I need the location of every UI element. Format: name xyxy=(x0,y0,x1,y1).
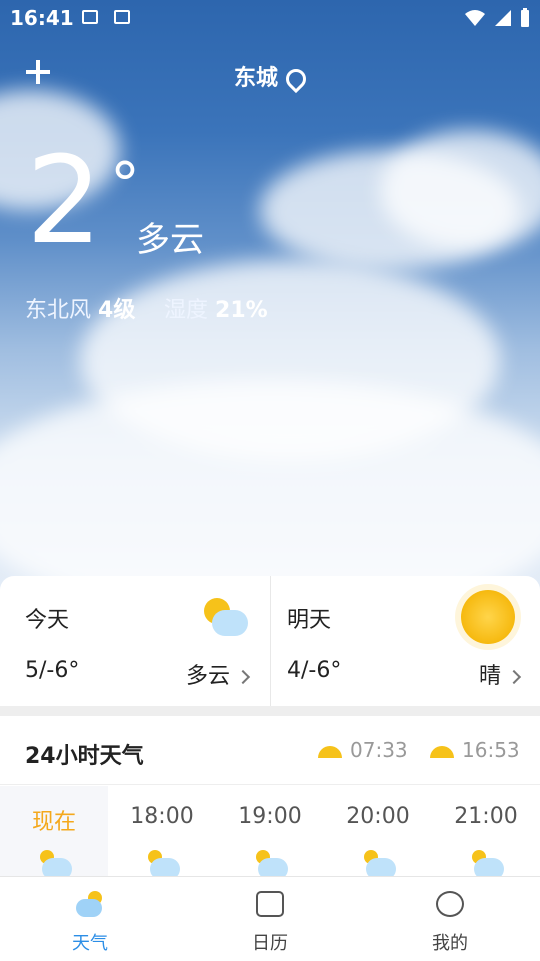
hour-item[interactable]: 21:00 xyxy=(432,786,540,880)
weather-icon xyxy=(76,891,104,917)
wind-value: 4级 xyxy=(98,298,136,323)
hours-row[interactable]: 现在 18:00 19:00 20:00 21:00 xyxy=(0,786,540,880)
section-divider xyxy=(0,706,540,716)
tab-profile[interactable]: 我的 xyxy=(360,877,540,961)
hour-label: 20:00 xyxy=(346,804,410,829)
hourly-forecast: 24小时天气 07:33 16:53 现在 18:00 19:00 20:00 … xyxy=(0,716,540,880)
city-name: 东城 xyxy=(233,66,278,91)
sunrise-time: 07:33 xyxy=(350,738,408,762)
sunset-time: 16:53 xyxy=(462,738,520,762)
profile-icon xyxy=(436,891,464,917)
calendar-icon xyxy=(256,891,284,917)
row-divider xyxy=(0,784,540,785)
status-bar: 16:41 xyxy=(0,0,540,36)
tab-label: 天气 xyxy=(72,933,108,954)
day-condition: 多云 xyxy=(185,658,251,690)
chevron-right-icon xyxy=(506,669,522,685)
cloud-shape xyxy=(0,380,540,600)
sunny-icon xyxy=(461,590,515,644)
humidity-label: 湿度 xyxy=(164,298,209,323)
hour-label: 19:00 xyxy=(238,804,302,829)
image-icon xyxy=(82,10,98,24)
day-label: 今天 xyxy=(25,608,70,633)
forecast-today[interactable]: 今天 5/-6° 多云 xyxy=(0,576,270,706)
sunset-icon xyxy=(430,745,454,758)
degree-symbol: ° xyxy=(110,150,140,220)
temperature-range: 5/-6° xyxy=(25,658,80,683)
battery-icon xyxy=(521,8,529,27)
status-time: 16:41 xyxy=(10,6,74,30)
status-right-icons xyxy=(464,8,530,28)
hour-label: 21:00 xyxy=(454,804,518,829)
chevron-right-icon xyxy=(235,669,251,685)
sunrise-icon xyxy=(318,745,342,758)
hour-item[interactable]: 18:00 xyxy=(108,786,216,880)
wifi-icon xyxy=(465,10,485,26)
forecast-card: 今天 5/-6° 多云 明天 4/-6° 晴 xyxy=(0,576,540,706)
hour-item[interactable]: 20:00 xyxy=(324,786,432,880)
night-cloudy-icon xyxy=(252,850,288,880)
hourly-title: 24小时天气 xyxy=(25,744,144,769)
tab-label: 我的 xyxy=(432,933,468,954)
signal-icon xyxy=(495,10,511,26)
partly-cloudy-icon xyxy=(194,594,252,644)
condition-text: 多云 xyxy=(185,664,230,689)
tab-calendar[interactable]: 日历 xyxy=(180,877,360,961)
sunset-info: 16:53 xyxy=(430,738,520,762)
tab-weather[interactable]: 天气 xyxy=(0,877,180,961)
forecast-tomorrow[interactable]: 明天 4/-6° 晴 xyxy=(270,576,540,706)
day-condition: 晴 xyxy=(478,658,522,690)
night-cloudy-icon xyxy=(144,850,180,880)
hour-label: 现在 xyxy=(31,810,76,835)
hour-label: 18:00 xyxy=(130,804,194,829)
temperature-range: 4/-6° xyxy=(287,658,342,683)
humidity-info: 湿度 21% xyxy=(164,292,268,324)
partly-cloudy-icon xyxy=(36,850,72,880)
city-selector[interactable]: 东城 xyxy=(0,60,540,94)
text-icon xyxy=(114,10,130,24)
tab-label: 日历 xyxy=(252,933,288,954)
night-cloudy-icon xyxy=(468,850,504,880)
sunrise-info: 07:33 xyxy=(318,738,408,762)
day-label: 明天 xyxy=(287,608,332,633)
current-condition: 多云 xyxy=(136,220,204,260)
condition-text: 晴 xyxy=(478,664,501,689)
current-temperature: 2 xyxy=(26,132,103,271)
hour-item[interactable]: 现在 xyxy=(0,786,108,880)
wind-info: 东北风 4级 xyxy=(25,292,135,324)
bottom-tab-bar: 天气 日历 我的 xyxy=(0,876,540,961)
wind-label: 东北风 xyxy=(25,298,92,323)
hour-item[interactable]: 19:00 xyxy=(216,786,324,880)
humidity-value: 21% xyxy=(215,298,268,323)
night-cloudy-icon xyxy=(360,850,396,880)
location-pin-icon xyxy=(281,64,311,94)
top-bar: 东城 xyxy=(0,52,540,96)
